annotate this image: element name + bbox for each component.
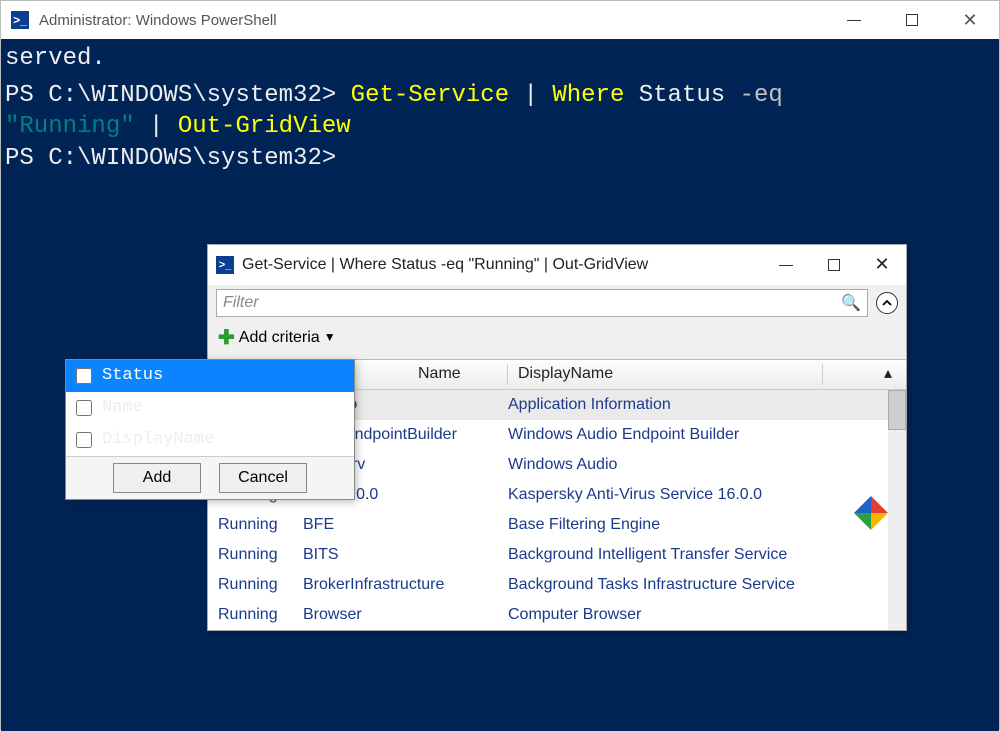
column-displayname[interactable]: DisplayName bbox=[508, 364, 823, 385]
cell-displayname: Base Filtering Engine bbox=[508, 515, 888, 536]
cell-displayname: Windows Audio bbox=[508, 455, 888, 476]
table-row[interactable]: RunningBITSBackground Intelligent Transf… bbox=[208, 540, 906, 570]
close-button[interactable]: ✕ bbox=[858, 245, 906, 285]
cell-name: BrokerInfrastructure bbox=[303, 575, 508, 596]
table-row[interactable]: RunningBrowserComputer Browser bbox=[208, 600, 906, 630]
window-title: Administrator: Windows PowerShell bbox=[39, 12, 277, 29]
criteria-buttons: Add Cancel bbox=[66, 456, 354, 499]
minimize-button[interactable] bbox=[825, 1, 883, 39]
cell-name: BITS bbox=[303, 545, 508, 566]
cell-status: Running bbox=[208, 575, 303, 596]
window-controls: ✕ bbox=[825, 1, 999, 39]
gridview-titlebar[interactable]: >_ Get-Service | Where Status -eq "Runni… bbox=[208, 245, 906, 285]
criteria-label: Status bbox=[102, 365, 163, 387]
cmd-pipe2: | bbox=[149, 113, 178, 140]
powershell-icon: >_ bbox=[216, 256, 234, 274]
criteria-checkbox-name[interactable] bbox=[76, 400, 92, 416]
collapse-toggle-icon[interactable] bbox=[876, 292, 898, 314]
console-area[interactable]: served. PS C:\WINDOWS\system32> Get-Serv… bbox=[1, 39, 999, 731]
criteria-popup: Status Name DisplayName Add Cancel bbox=[65, 359, 355, 500]
cmd-outgridview: Out-GridView bbox=[178, 113, 351, 140]
cmd-arg: "Running" bbox=[5, 113, 135, 140]
prompt2: PS C:\WINDOWS\system32> bbox=[5, 145, 336, 172]
scroll-thumb[interactable] bbox=[888, 390, 906, 430]
cmd-status: Status bbox=[639, 82, 740, 109]
add-criteria-button[interactable]: ✚ Add criteria ▼ bbox=[218, 325, 336, 351]
cell-displayname: Background Tasks Infrastructure Service bbox=[508, 575, 888, 596]
close-button[interactable]: ✕ bbox=[941, 1, 999, 39]
filter-bar: Filter 🔍 bbox=[208, 285, 906, 321]
criteria-label: DisplayName bbox=[102, 429, 214, 451]
cell-displayname: Kaspersky Anti-Virus Service 16.0.0 bbox=[508, 485, 888, 506]
criteria-option-name[interactable]: Name bbox=[66, 392, 354, 424]
add-button[interactable]: Add bbox=[113, 463, 201, 493]
cmd-getservice: Get-Service bbox=[351, 82, 509, 109]
plus-icon: ✚ bbox=[218, 325, 235, 351]
prompt: PS C:\WINDOWS\system32> bbox=[5, 82, 336, 109]
scroll-up-button[interactable]: ▴ bbox=[884, 364, 906, 385]
criteria-checkbox-displayname[interactable] bbox=[76, 432, 92, 448]
cell-displayname: Background Intelligent Transfer Service bbox=[508, 545, 888, 566]
criteria-label: Name bbox=[102, 397, 143, 419]
filter-input[interactable]: Filter 🔍 bbox=[216, 289, 868, 317]
criteria-option-status[interactable]: Status bbox=[66, 360, 354, 392]
gridview-controls: ✕ bbox=[762, 245, 906, 285]
table-row[interactable]: RunningBFEBase Filtering Engine bbox=[208, 510, 906, 540]
gridview-title: Get-Service | Where Status -eq "Running"… bbox=[242, 255, 648, 276]
maximize-button[interactable] bbox=[883, 1, 941, 39]
cell-name: BFE bbox=[303, 515, 508, 536]
add-criteria-bar: ✚ Add criteria ▼ bbox=[208, 321, 906, 359]
table-row[interactable]: RunningBrokerInfrastructureBackground Ta… bbox=[208, 570, 906, 600]
cell-displayname: Computer Browser bbox=[508, 605, 888, 626]
cell-status: Running bbox=[208, 545, 303, 566]
search-icon[interactable]: 🔍 bbox=[841, 294, 861, 315]
cmd-flag: -eq bbox=[740, 82, 783, 109]
cell-status: Running bbox=[208, 515, 303, 536]
cell-name: Browser bbox=[303, 605, 508, 626]
chevron-down-icon: ▼ bbox=[324, 330, 336, 346]
titlebar[interactable]: >_ Administrator: Windows PowerShell ✕ bbox=[1, 1, 999, 39]
cmd-where: Where bbox=[552, 82, 624, 109]
maximize-button[interactable] bbox=[810, 245, 858, 285]
cell-displayname: Windows Audio Endpoint Builder bbox=[508, 425, 888, 446]
powershell-icon: >_ bbox=[11, 11, 29, 29]
add-criteria-label: Add criteria bbox=[239, 328, 320, 349]
filter-placeholder: Filter bbox=[223, 293, 259, 314]
scrollbar[interactable] bbox=[888, 390, 906, 630]
minimize-button[interactable] bbox=[762, 245, 810, 285]
console-text: served. bbox=[5, 45, 106, 72]
main-window: >_ Administrator: Windows PowerShell ✕ s… bbox=[0, 0, 1000, 730]
cancel-button[interactable]: Cancel bbox=[219, 463, 307, 493]
cell-displayname: Application Information bbox=[508, 395, 888, 416]
cell-status: Running bbox=[208, 605, 303, 626]
cmd-pipe: | bbox=[524, 82, 553, 109]
criteria-checkbox-status[interactable] bbox=[76, 368, 92, 384]
watermark-icon bbox=[854, 496, 888, 530]
criteria-option-displayname[interactable]: DisplayName bbox=[66, 424, 354, 456]
